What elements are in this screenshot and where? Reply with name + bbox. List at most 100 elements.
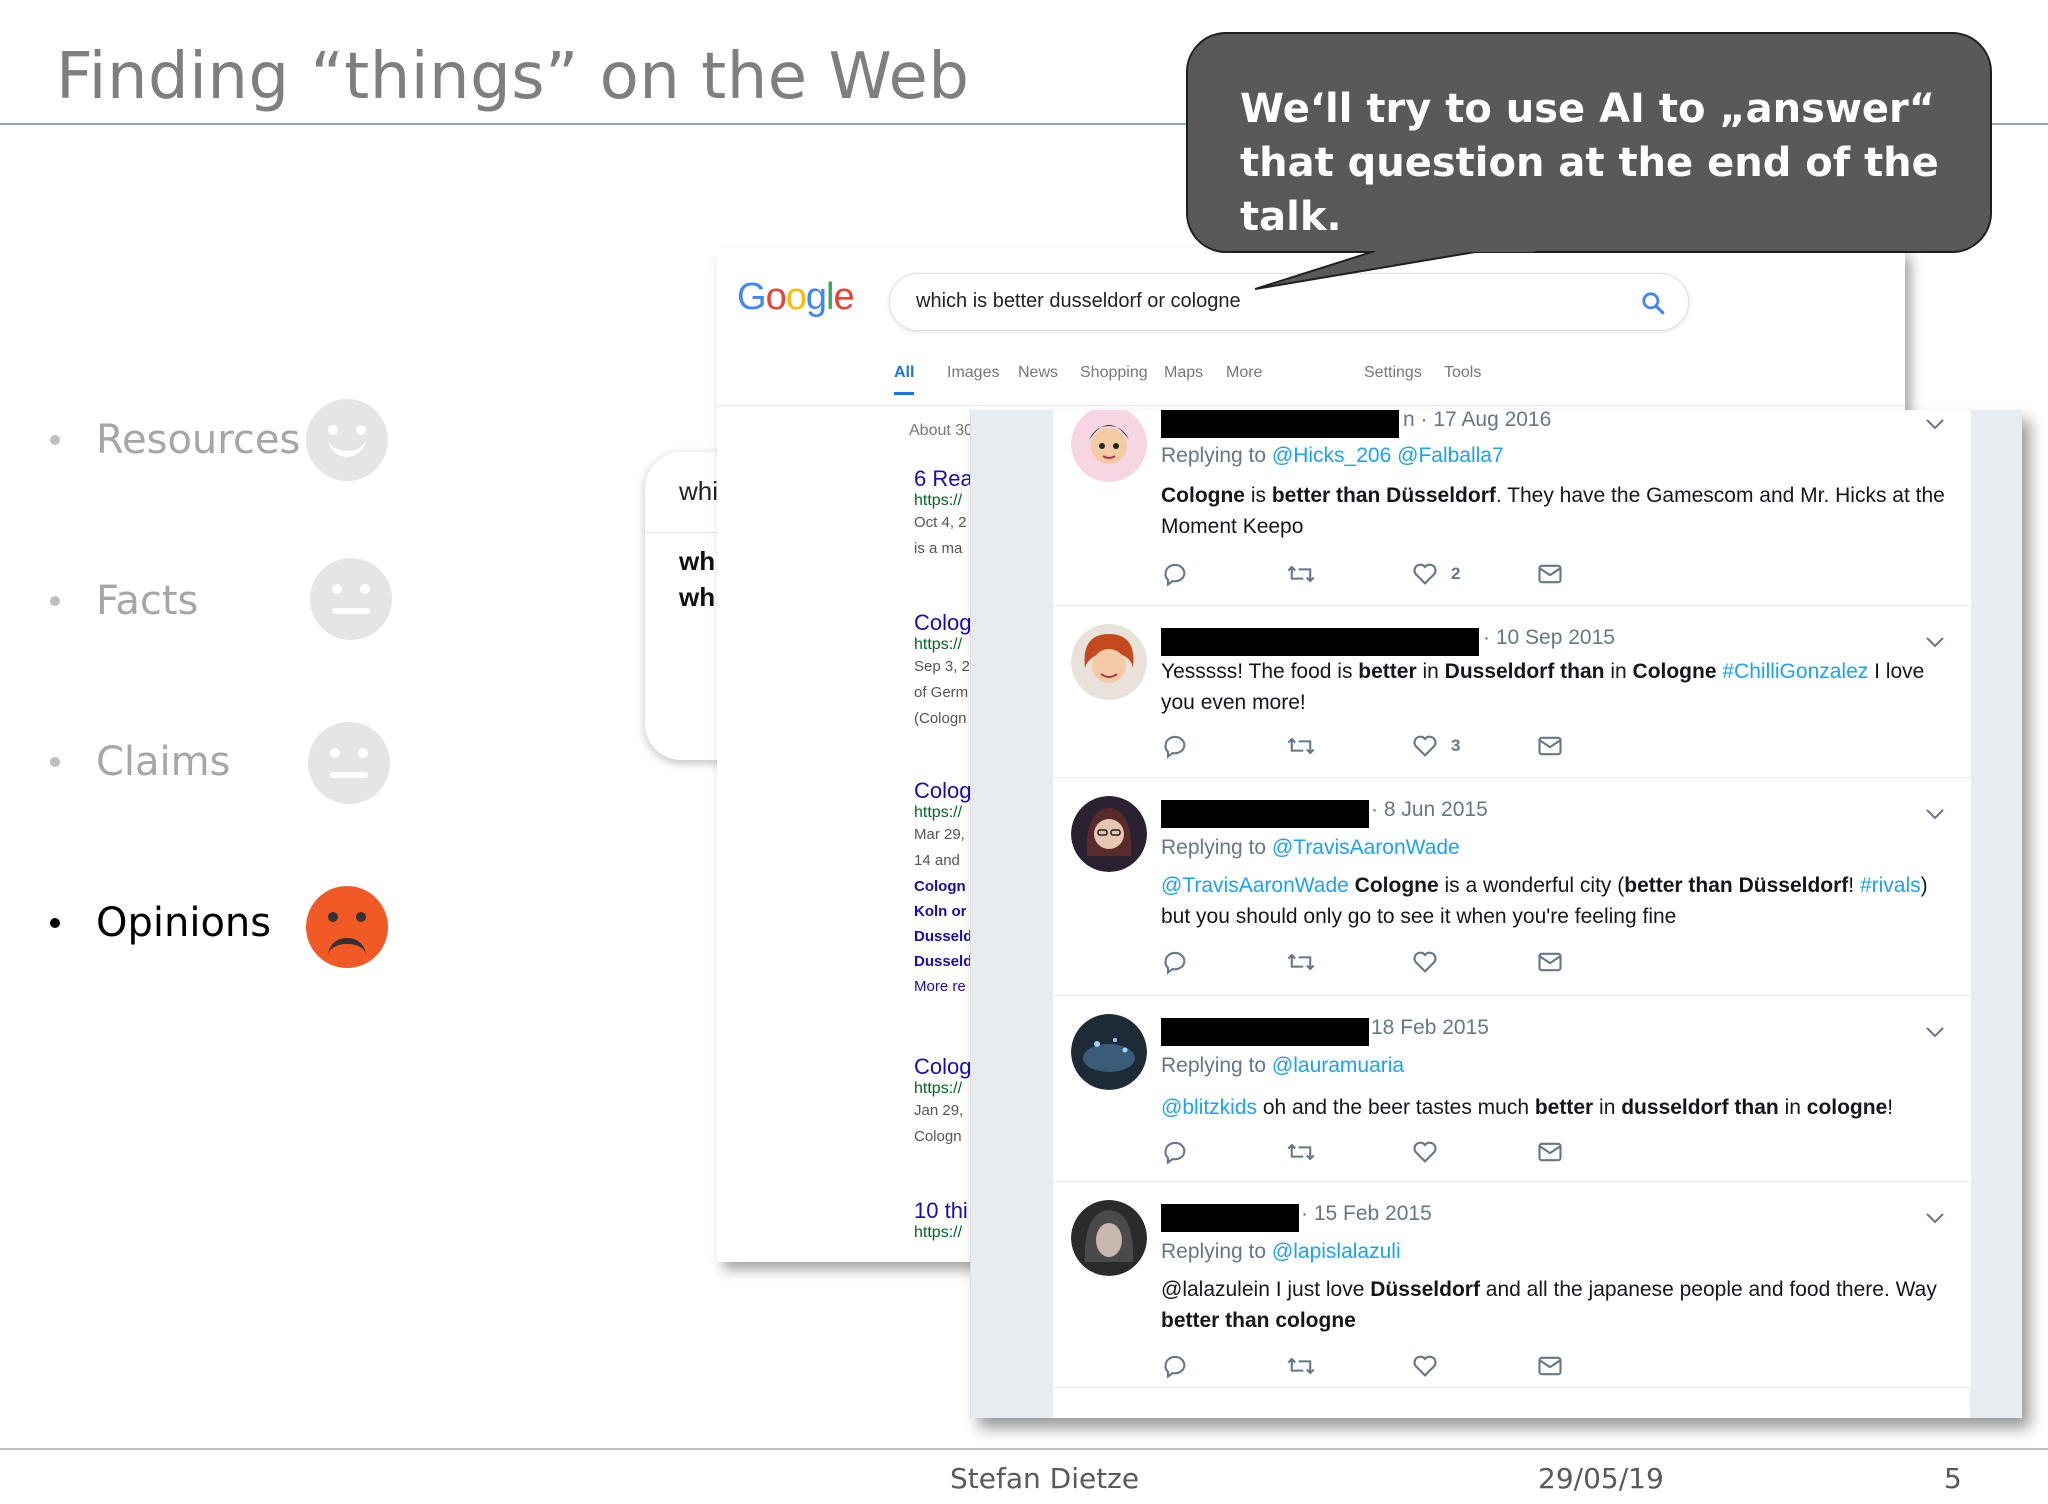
search-result: Colog https:// Mar 29, 14 and Cologn Kol… xyxy=(914,778,972,1000)
tweet-text-segment: better than Düsseldorf xyxy=(1271,484,1496,507)
search-input[interactable]: which is better dusseldorf or cologne xyxy=(916,290,1241,313)
reply-button[interactable] xyxy=(1161,732,1189,760)
settings-link[interactable]: Settings xyxy=(1364,364,1422,382)
tab-maps[interactable]: Maps xyxy=(1164,364,1203,382)
chevron-down-icon[interactable] xyxy=(1925,808,1945,820)
user-avatar xyxy=(1071,410,1147,482)
tweet-text-segment: @lalazulein I just love xyxy=(1161,1278,1371,1301)
message-button[interactable] xyxy=(1536,732,1564,760)
reply-button[interactable] xyxy=(1161,1352,1189,1380)
tweet-actions xyxy=(1161,948,1581,978)
bullet-dot xyxy=(50,757,60,767)
tweet-text-segment: better xyxy=(1358,660,1417,683)
mention-link[interactable]: @lauramuaria xyxy=(1272,1054,1404,1077)
sitelink[interactable]: Cologn xyxy=(914,874,972,899)
tab-images[interactable]: Images xyxy=(947,364,999,382)
tweet-link[interactable]: @blitzkids xyxy=(1161,1096,1257,1119)
reply-icon xyxy=(1164,1355,1186,1379)
message-button[interactable] xyxy=(1536,1138,1564,1166)
retweet-icon xyxy=(1287,1357,1315,1375)
like-button[interactable] xyxy=(1411,1352,1439,1380)
like-count: 2 xyxy=(1451,564,1461,583)
reply-icon xyxy=(1164,563,1186,587)
reply-context: Replying to @Hicks_206 @Falballa7 xyxy=(1161,444,1504,467)
retweet-button[interactable] xyxy=(1286,732,1316,760)
mention-link[interactable]: @Hicks_206 xyxy=(1272,444,1391,467)
message-button[interactable] xyxy=(1536,948,1564,976)
reply-button[interactable] xyxy=(1161,948,1189,976)
autocomplete-suggestion[interactable]: wh xyxy=(679,546,715,577)
tweet-text-segment: Dusseldorf than xyxy=(1444,660,1605,683)
tweet-text-segment: Cologne xyxy=(1632,660,1717,683)
message-button[interactable] xyxy=(1536,560,1564,588)
tweet[interactable]: n · 17 Aug 2016 Replying to @Hicks_206 @… xyxy=(1053,410,1971,606)
tweet[interactable]: 18 Feb 2015 Replying to @lauramuaria @bl… xyxy=(1053,996,1971,1182)
result-title[interactable]: 6 Rea xyxy=(914,466,973,492)
retweet-button[interactable] xyxy=(1286,1138,1316,1166)
tweet[interactable]: · 15 Feb 2015 Replying to @lapislalazuli… xyxy=(1053,1182,1971,1388)
result-snippet: 14 and xyxy=(914,852,960,869)
message-icon xyxy=(1538,1142,1562,1162)
autocomplete-suggestion[interactable]: wh xyxy=(679,582,715,613)
mention-link[interactable]: @Falballa7 xyxy=(1397,444,1504,467)
autocomplete-input[interactable]: whi xyxy=(679,476,718,507)
tweet[interactable]: · 8 Jun 2015 Replying to @TravisAaronWad… xyxy=(1053,778,1971,996)
result-title[interactable]: Colog xyxy=(914,1054,971,1080)
more-results-link[interactable]: More re xyxy=(914,974,972,1000)
tweet-actions: 3 xyxy=(1161,732,1581,762)
tweet-text-segment: Cologne xyxy=(1161,484,1245,507)
tab-more[interactable]: More xyxy=(1226,364,1262,382)
message-button[interactable] xyxy=(1536,1352,1564,1380)
google-logo[interactable]: Google xyxy=(737,276,855,319)
tweet-text-segment: ! xyxy=(1887,1096,1894,1119)
result-snippet: Oct 4, 2 xyxy=(914,514,967,531)
sitelink[interactable]: Koln or xyxy=(914,899,972,924)
reply-button[interactable] xyxy=(1161,1138,1189,1166)
reply-icon xyxy=(1164,1141,1186,1165)
tweet-text-segment: ! xyxy=(1848,874,1860,897)
chevron-down-icon[interactable] xyxy=(1925,418,1945,430)
tab-shopping[interactable]: Shopping xyxy=(1080,364,1148,382)
mention-link[interactable]: @lapislalazuli xyxy=(1272,1240,1401,1263)
tweet-link[interactable]: @TravisAaronWade xyxy=(1161,874,1349,897)
retweet-button[interactable] xyxy=(1286,1352,1316,1380)
sitelink[interactable]: Dusseld xyxy=(914,949,972,974)
retweet-button[interactable] xyxy=(1286,560,1316,588)
like-icon xyxy=(1413,735,1437,757)
reply-icon xyxy=(1164,735,1186,759)
slide-title: Finding “things” on the Web xyxy=(56,40,970,114)
result-title[interactable]: Colog xyxy=(914,610,971,636)
tweet-text-segment: Düsseldorf xyxy=(1370,1278,1480,1301)
bullet-label: Facts xyxy=(96,578,199,624)
tab-news[interactable]: News xyxy=(1018,364,1058,382)
like-button[interactable]: 2 xyxy=(1411,560,1460,588)
search-icon[interactable] xyxy=(1640,290,1666,316)
redacted-username xyxy=(1161,628,1479,656)
tweet-link[interactable]: #rivals xyxy=(1860,874,1921,897)
tweet[interactable]: · 10 Sep 2015 Yesssss! The food is bette… xyxy=(1053,606,1971,778)
like-button[interactable] xyxy=(1411,1138,1439,1166)
tweet-text-segment: oh and the beer tastes much xyxy=(1257,1096,1535,1119)
tweet-text-segment: Cologne xyxy=(1354,874,1439,897)
like-button[interactable] xyxy=(1411,948,1439,976)
tab-all[interactable]: All xyxy=(894,364,915,395)
redacted-username xyxy=(1161,1018,1369,1046)
chevron-down-icon[interactable] xyxy=(1925,1212,1945,1224)
tools-link[interactable]: Tools xyxy=(1444,364,1481,382)
retweet-icon xyxy=(1287,953,1315,971)
like-button[interactable]: 3 xyxy=(1411,732,1460,760)
redacted-username xyxy=(1161,800,1369,828)
mention-link[interactable]: @TravisAaronWade xyxy=(1272,836,1460,859)
chevron-down-icon[interactable] xyxy=(1925,1026,1945,1038)
chevron-down-icon[interactable] xyxy=(1925,636,1945,648)
tweet-link[interactable]: #ChilliGonzalez xyxy=(1722,660,1868,683)
tweet-text-segment: dusseldorf than xyxy=(1621,1096,1779,1119)
bullet-label: Claims xyxy=(96,739,231,785)
bullet-label: Opinions xyxy=(96,900,272,946)
result-snippet: is a ma xyxy=(914,540,963,557)
reply-button[interactable] xyxy=(1161,560,1189,588)
sitelink[interactable]: Dusseld xyxy=(914,924,972,949)
result-title[interactable]: Colog xyxy=(914,778,972,804)
retweet-button[interactable] xyxy=(1286,948,1316,976)
result-title[interactable]: 10 thi xyxy=(914,1198,968,1224)
